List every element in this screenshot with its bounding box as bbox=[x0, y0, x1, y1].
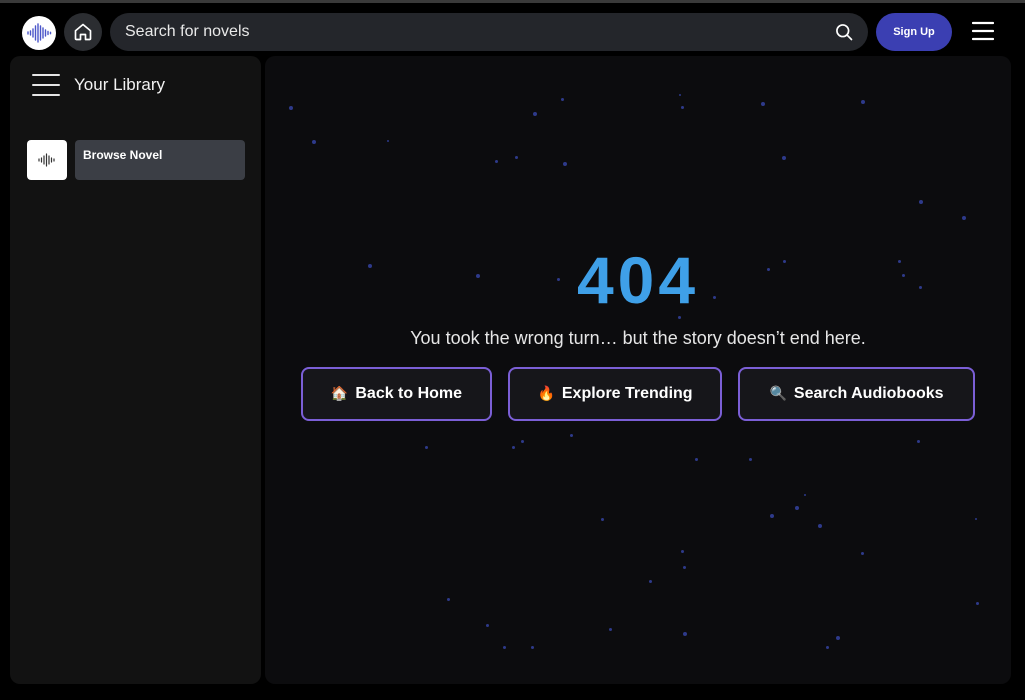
star-dot bbox=[601, 518, 604, 521]
star-dot bbox=[503, 646, 506, 649]
star-dot bbox=[826, 646, 829, 649]
star-dot bbox=[425, 446, 428, 449]
star-dot bbox=[679, 94, 681, 96]
sign-up-button[interactable]: Sign Up bbox=[876, 13, 952, 51]
star-dot bbox=[695, 458, 698, 461]
star-dot bbox=[917, 440, 920, 443]
star-dot bbox=[533, 112, 537, 116]
star-dot bbox=[836, 636, 840, 640]
star-dot bbox=[649, 580, 652, 583]
star-dot bbox=[683, 566, 686, 569]
house-icon: 🏠 bbox=[330, 386, 349, 402]
search-bar bbox=[110, 13, 868, 51]
star-dot bbox=[486, 624, 489, 627]
star-dot bbox=[515, 156, 518, 159]
star-dot bbox=[563, 162, 567, 166]
star-dot bbox=[795, 506, 799, 510]
star-dot bbox=[683, 632, 687, 636]
audio-wave-icon bbox=[27, 140, 67, 180]
star-dot bbox=[804, 494, 806, 496]
magnifier-icon: 🔍 bbox=[769, 386, 787, 402]
star-dot bbox=[387, 140, 389, 142]
main-content: 404 You took the wrong turn… but the sto… bbox=[265, 56, 1011, 684]
star-dot bbox=[531, 646, 534, 649]
star-dot bbox=[521, 440, 524, 443]
hamburger-menu-icon[interactable] bbox=[972, 20, 994, 42]
error-message: You took the wrong turn… but the story d… bbox=[410, 328, 866, 348]
library-toggle[interactable]: Your Library bbox=[32, 73, 165, 97]
library-title: Your Library bbox=[74, 75, 166, 94]
star-dot bbox=[962, 216, 966, 220]
explore-trending-button[interactable]: 🔥 Explore Trending bbox=[508, 367, 722, 421]
star-dot bbox=[919, 200, 923, 204]
star-dot bbox=[861, 552, 864, 555]
button-label: Explore Trending bbox=[561, 385, 693, 402]
star-dot bbox=[770, 514, 774, 518]
sidebar-item-browse-novel[interactable]: Browse Novel bbox=[27, 140, 245, 180]
star-dot bbox=[975, 518, 977, 520]
star-dot bbox=[447, 598, 450, 601]
star-dot bbox=[570, 434, 573, 437]
button-label: Back to Home bbox=[355, 385, 463, 402]
star-dot bbox=[681, 550, 684, 553]
audio-wave-logo-icon[interactable] bbox=[22, 16, 56, 50]
star-dot bbox=[818, 524, 822, 528]
star-dot bbox=[512, 446, 515, 449]
star-dot bbox=[289, 106, 293, 110]
search-icon[interactable] bbox=[834, 22, 854, 42]
button-label: Search Audiobooks bbox=[793, 385, 944, 402]
home-button[interactable] bbox=[64, 13, 102, 51]
search-audiobooks-button[interactable]: 🔍 Search Audiobooks bbox=[738, 367, 975, 421]
star-dot bbox=[749, 458, 752, 461]
top-bar: Sign Up bbox=[0, 0, 1025, 56]
star-dot bbox=[761, 102, 765, 106]
sidebar-item-label: Browse Novel bbox=[75, 140, 245, 180]
fire-icon: 🔥 bbox=[537, 386, 555, 402]
sidebar: Your Library Browse Novel bbox=[10, 56, 261, 684]
error-code: 404 bbox=[576, 243, 700, 317]
star-dot bbox=[782, 156, 786, 160]
star-dot bbox=[681, 106, 684, 109]
home-icon bbox=[74, 23, 92, 41]
star-dot bbox=[609, 628, 612, 631]
star-dot bbox=[976, 602, 979, 605]
library-menu-icon bbox=[32, 74, 60, 96]
star-dot bbox=[312, 140, 316, 144]
star-dot bbox=[495, 160, 498, 163]
star-dot bbox=[561, 98, 564, 101]
back-to-home-button[interactable]: 🏠 Back to Home bbox=[301, 367, 492, 421]
search-input[interactable] bbox=[123, 22, 820, 42]
star-dot bbox=[861, 100, 865, 104]
